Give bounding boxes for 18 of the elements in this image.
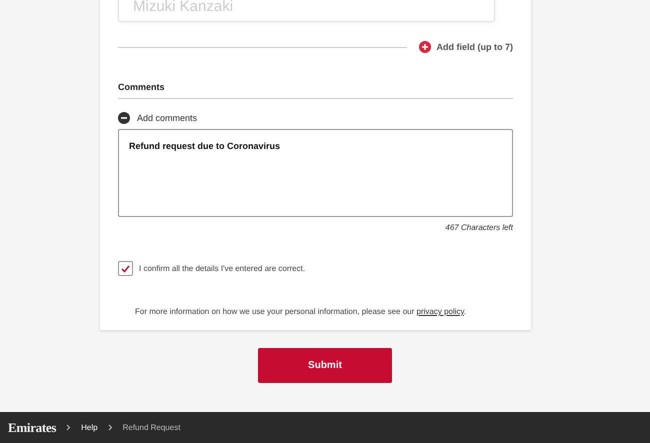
checkmark-icon [121,264,130,272]
breadcrumb-link[interactable]: Refund Request [122,423,180,432]
chevron-icon [66,424,72,431]
confirm-checkbox[interactable] [118,261,133,276]
confirm-label: I confirm all the details I've entered are correct. [139,264,306,273]
logo[interactable]: Emirates [8,420,56,436]
breadcrumb-link[interactable]: Help [81,423,98,432]
privacy-policy-link[interactable]: privacy policy [416,307,464,316]
plus-icon [418,41,430,53]
privacy-note: For more information on how we use your personal information, please see our privacy policy. [135,307,468,316]
add-comments-toggle[interactable]: Add comments [118,112,198,124]
add-field-button[interactable]: Add field (up to 7) [418,41,513,53]
comments-heading: Comments [118,82,513,99]
submit-button[interactable]: Submit [258,348,392,383]
chevron-icon [108,424,113,431]
minus-icon [118,112,130,124]
comments-field[interactable]: Refund request due to Coronavirus [118,129,513,217]
characters-left: 467 Characters left [445,223,513,232]
